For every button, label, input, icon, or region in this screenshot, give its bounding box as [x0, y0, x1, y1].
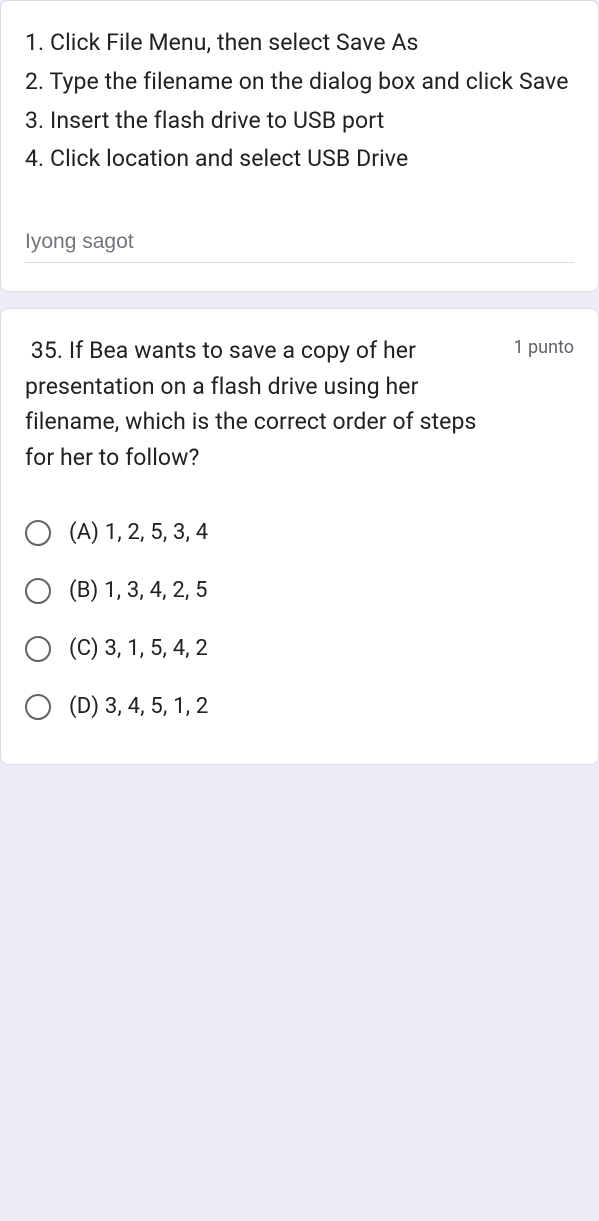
- option-b[interactable]: (B) 1, 3, 4, 2, 5: [25, 562, 574, 620]
- step-item: 4. Click location and select USB Drive: [25, 141, 574, 178]
- question-points: 1 punto: [513, 333, 574, 358]
- question-card-steps: 1. Click File Menu, then select Save As …: [0, 0, 599, 292]
- option-c[interactable]: (C) 3, 1, 5, 4, 2: [25, 620, 574, 678]
- step-item: 3. Insert the flash drive to USB port: [25, 103, 574, 140]
- step-item: 2. Type the filename on the dialog box a…: [25, 64, 574, 101]
- answer-field: [25, 226, 574, 263]
- radio-icon: [25, 520, 51, 546]
- steps-list: 1. Click File Menu, then select Save As …: [25, 25, 574, 178]
- question-card-35: 35. If Bea wants to save a copy of her p…: [0, 308, 599, 765]
- option-d[interactable]: (D) 3, 4, 5, 1, 2: [25, 678, 574, 736]
- radio-icon: [25, 636, 51, 662]
- answer-input[interactable]: [25, 226, 574, 263]
- radio-icon: [25, 578, 51, 604]
- question-header: 35. If Bea wants to save a copy of her p…: [25, 333, 574, 476]
- option-label: (B) 1, 3, 4, 2, 5: [69, 578, 208, 603]
- radio-icon: [25, 694, 51, 720]
- step-item: 1. Click File Menu, then select Save As: [25, 25, 574, 62]
- option-a[interactable]: (A) 1, 2, 5, 3, 4: [25, 504, 574, 562]
- option-label: (A) 1, 2, 5, 3, 4: [69, 520, 208, 545]
- options-list: (A) 1, 2, 5, 3, 4 (B) 1, 3, 4, 2, 5 (C) …: [25, 504, 574, 736]
- option-label: (D) 3, 4, 5, 1, 2: [69, 694, 208, 719]
- option-label: (C) 3, 1, 5, 4, 2: [69, 636, 208, 661]
- question-text: 35. If Bea wants to save a copy of her p…: [25, 333, 497, 476]
